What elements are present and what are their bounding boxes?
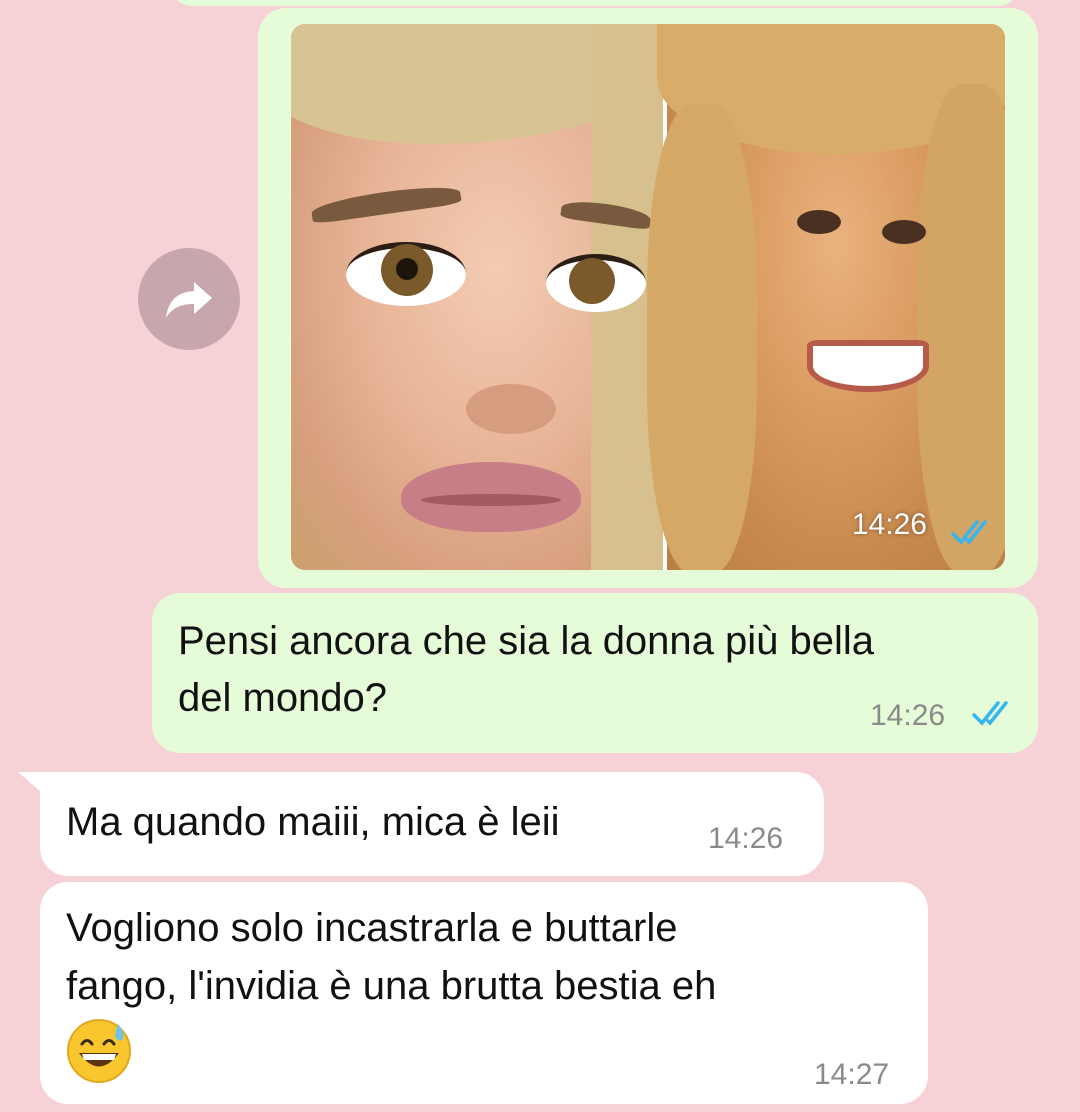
double-check-read-icon <box>951 520 987 545</box>
image-right-portrait <box>647 24 1005 570</box>
image-timestamp: 14:26 <box>851 508 927 541</box>
previous-message-bubble <box>170 0 1020 6</box>
message-image[interactable]: 14:26 <box>291 24 1005 570</box>
message-timestamp: 14:26 <box>870 699 946 732</box>
outgoing-message-bubble[interactable]: Pensi ancora che sia la donna più bella … <box>152 593 1038 753</box>
message-timestamp: 14:26 <box>708 822 784 855</box>
message-text-line: Pensi ancora che sia la donna più bella <box>178 619 875 663</box>
message-text-line: Vogliono solo incastrarla e buttarle <box>66 906 678 950</box>
double-check-read-icon <box>972 701 1008 726</box>
message-text: Ma quando maiii, mica è leii <box>66 800 560 844</box>
incoming-message-bubble[interactable]: Ma quando maiii, mica è leii 14:26 <box>40 772 824 876</box>
message-text-line: del mondo? <box>178 676 388 720</box>
forward-arrow-icon <box>166 282 212 318</box>
image-left-portrait <box>291 24 681 570</box>
incoming-message-bubble[interactable]: Vogliono solo incastrarla e buttarle fan… <box>40 882 928 1104</box>
message-text-line: fango, l'invidia è una brutta bestia eh <box>66 964 717 1008</box>
forward-button[interactable] <box>138 248 240 350</box>
message-timestamp: 14:27 <box>814 1058 890 1091</box>
grinning-face-with-sweat-emoji <box>67 1019 131 1083</box>
